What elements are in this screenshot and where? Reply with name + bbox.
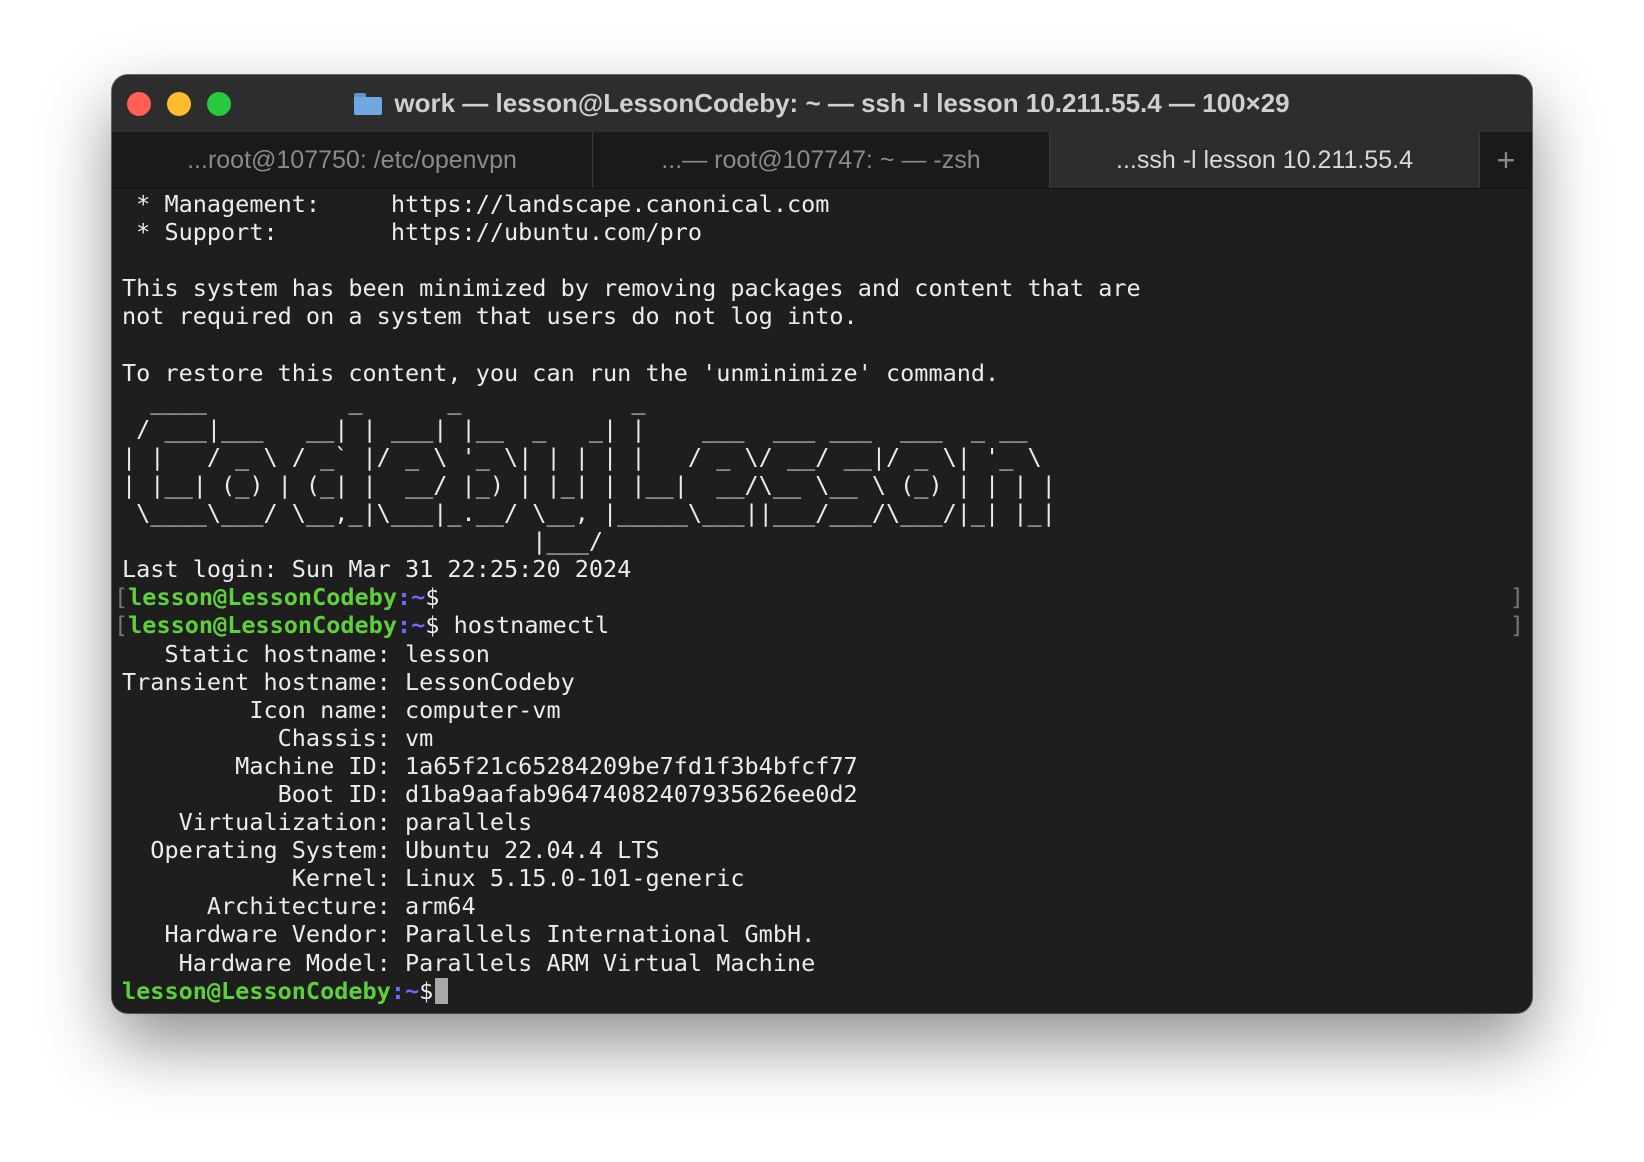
motd-line: * Management: https://landscape.canonica… <box>122 190 830 218</box>
hostnamectl-line: Chassis: vm <box>122 723 434 752</box>
last-login-line: Last login: Sun Mar 31 22:25:20 2024 <box>122 555 632 584</box>
prompt-sign: $ <box>419 976 434 1005</box>
hostnamectl-line: Hardware Vendor: Parallels International… <box>122 920 816 949</box>
tab-openvpn[interactable]: ...root@107750: /etc/openvpn <box>112 132 593 188</box>
banner-line: / ___|___ __| | ___| |__ _ _| | ___ ___ … <box>122 414 1028 443</box>
prompt-path: :~ <box>396 583 426 612</box>
window-title: work — lesson@LessonCodeby: ~ — ssh -l l… <box>394 88 1290 118</box>
banner-line: | | / _ \ / _` |/ _ \ '_ \| | | | | / _ … <box>122 442 1042 471</box>
hostnamectl-line: Machine ID: 1a65f21c65284209be7fd1f3b4bf… <box>122 751 858 780</box>
hostnamectl-line: Operating System: Ubuntu 22.04.4 LTS <box>122 836 660 865</box>
hostnamectl-line: Virtualization: parallels <box>122 808 533 837</box>
terminal-window: work — lesson@LessonCodeby: ~ — ssh -l l… <box>112 75 1532 1013</box>
motd-line: To restore this content, you can run the… <box>122 358 1000 387</box>
active-prompt-line[interactable]: lesson@LessonCodeby:~$ <box>122 977 1524 1005</box>
prompt-user: lesson@LessonCodeby <box>122 976 391 1005</box>
hostnamectl-line: Kernel: Linux 5.15.0-101-generic <box>122 864 745 893</box>
bracket-left: [ <box>114 583 129 612</box>
prompt-user: lesson@LessonCodeby <box>128 583 397 612</box>
prompt-sign: $ <box>425 583 440 612</box>
command-text: hostnamectl <box>439 611 610 640</box>
bracket-right: ] <box>1509 583 1524 612</box>
hostnamectl-line: Hardware Model: Parallels ARM Virtual Ma… <box>122 948 816 977</box>
motd-line: This system has been minimized by removi… <box>122 274 1141 303</box>
prompt-line: [lesson@LessonCodeby:~$ hostnamectl] <box>114 611 1524 640</box>
tab-bar: ...root@107750: /etc/openvpn ...— root@1… <box>112 132 1532 189</box>
banner-line: \____\___/ \__,_|\___|_.__/ \__, |_____\… <box>122 499 1056 528</box>
motd-line <box>122 246 1524 274</box>
title-bar[interactable]: work — lesson@LessonCodeby: ~ — ssh -l l… <box>112 75 1532 132</box>
banner-line: | |__| (_) | (_| | __/ |_) | |_| | |__| … <box>122 470 1056 499</box>
prompt-path: :~ <box>390 976 420 1005</box>
motd-line: not required on a system that users do n… <box>122 302 858 331</box>
tab-ssh[interactable]: ...ssh -l lesson 10.211.55.4 <box>1050 132 1480 188</box>
prompt-sign: $ <box>425 611 440 640</box>
hostnamectl-line: Transient hostname: LessonCodeby <box>122 667 575 696</box>
hostnamectl-line: Icon name: computer-vm <box>122 695 561 724</box>
bracket-left: [ <box>114 611 129 640</box>
motd-line <box>122 330 1524 358</box>
prompt-line: [lesson@LessonCodeby:~$] <box>114 583 1524 612</box>
motd-line: * Support: https://ubuntu.com/pro <box>122 218 703 247</box>
banner-line: |___/ <box>122 527 604 556</box>
terminal-output[interactable]: * Management: https://landscape.canonica… <box>114 190 1524 1013</box>
hostnamectl-line: Boot ID: d1ba9aafab96474082407935626ee0d… <box>122 779 858 808</box>
prompt-user: lesson@LessonCodeby <box>128 611 397 640</box>
hostnamectl-line: Architecture: arm64 <box>122 892 476 921</box>
hostnamectl-line: Static hostname: lesson <box>122 639 490 668</box>
new-tab-button[interactable]: + <box>1480 132 1532 188</box>
text-cursor <box>435 977 449 1004</box>
tab-zsh[interactable]: ...— root@107747: ~ — -zsh <box>593 132 1050 188</box>
bracket-right: ] <box>1509 611 1524 640</box>
folder-icon <box>354 92 383 115</box>
window-title-group: work — lesson@LessonCodeby: ~ — ssh -l l… <box>112 75 1532 132</box>
banner-line: ____ _ _ _ <box>122 386 646 415</box>
prompt-path: :~ <box>396 611 426 640</box>
